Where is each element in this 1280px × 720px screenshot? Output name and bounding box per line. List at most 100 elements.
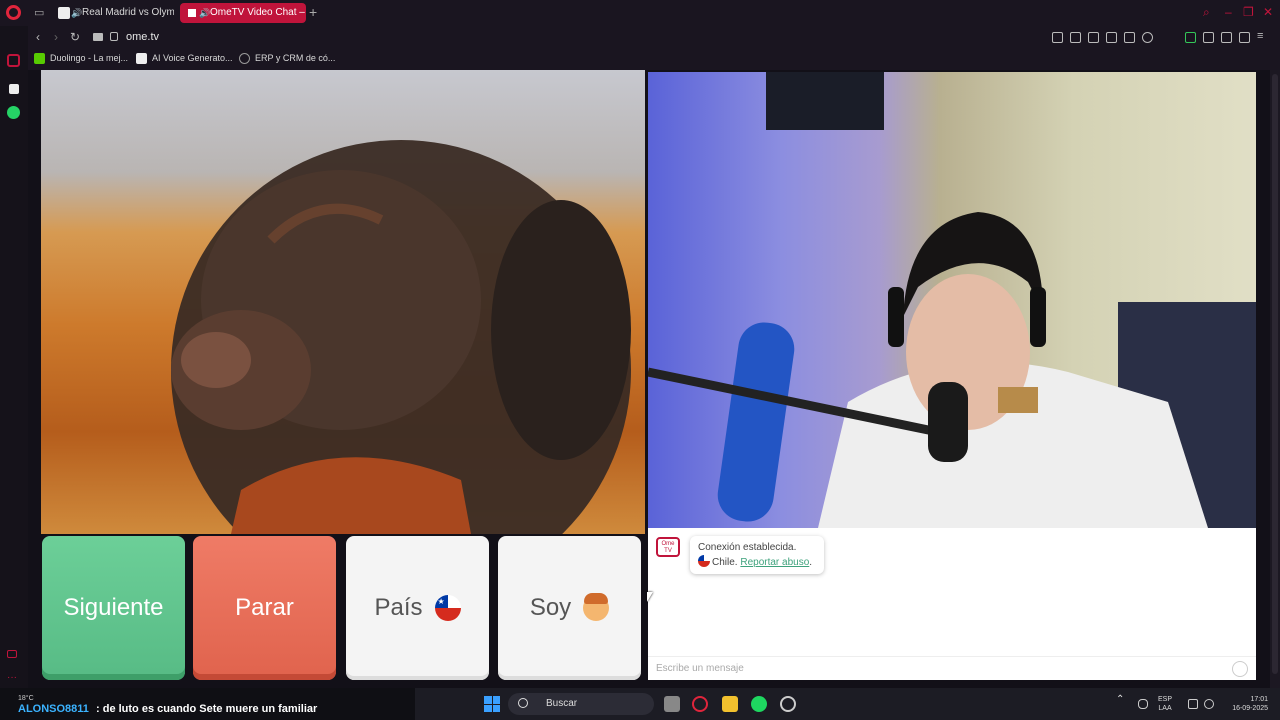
boy-icon bbox=[583, 593, 610, 621]
connection-status: Conexión establecida. bbox=[698, 542, 797, 553]
bookmark-label: ERP y CRM de có... bbox=[255, 53, 336, 63]
bookmark-erp[interactable]: ERP y CRM de có... bbox=[239, 53, 336, 64]
url-field[interactable]: ome.tv bbox=[126, 31, 159, 43]
taskbar-search[interactable]: Buscar bbox=[508, 693, 654, 715]
message-placeholder: Escribe un mensaje bbox=[656, 663, 744, 674]
microphone-icon[interactable] bbox=[1138, 699, 1148, 709]
language-line2: LAA bbox=[1158, 705, 1172, 712]
country-text: Chile. bbox=[712, 557, 738, 568]
back-icon[interactable]: ‹ bbox=[36, 30, 40, 44]
ticker-message: : de luto es cuando Sete muere un famili… bbox=[96, 703, 318, 715]
sidebar-gx-icon[interactable] bbox=[7, 650, 17, 658]
erp-icon bbox=[239, 53, 250, 64]
pin-icon[interactable] bbox=[1052, 32, 1063, 43]
bookmark-duolingo[interactable]: Duolingo - La mej... bbox=[34, 53, 129, 64]
dog-image bbox=[171, 140, 631, 534]
play-icon[interactable] bbox=[1124, 32, 1135, 43]
extensions-icon[interactable] bbox=[1203, 32, 1214, 43]
windows-start-icon[interactable] bbox=[484, 696, 500, 712]
share-icon[interactable] bbox=[1221, 32, 1232, 43]
country-label: País bbox=[374, 594, 423, 621]
weather-text: 18°C bbox=[18, 695, 34, 702]
tab-real-madrid[interactable]: 🔊 Real Madrid vs Olymp bbox=[52, 3, 174, 23]
search-tabs-icon[interactable]: ⌕ bbox=[1203, 5, 1210, 20]
bookmarks-bar: Duolingo - La mej... AI Voice Generato..… bbox=[28, 50, 1280, 70]
whatsapp-icon[interactable] bbox=[7, 106, 20, 119]
tab-title: Real Madrid vs Olymp bbox=[82, 7, 174, 18]
stranger-video bbox=[41, 70, 645, 534]
opera-menu-icon[interactable] bbox=[6, 5, 21, 20]
stop-button[interactable]: Parar bbox=[193, 536, 336, 680]
windows-taskbar: 18°C ALONSO8811 : de luto es cuando Sete… bbox=[0, 688, 1280, 720]
next-button[interactable]: Siguiente bbox=[42, 536, 185, 680]
browser-tab-strip: ▭ 🔊 Real Madrid vs Olymp 🔊 OmeTV Video C… bbox=[0, 0, 1280, 26]
heart-icon[interactable] bbox=[1142, 32, 1153, 43]
network-icon[interactable] bbox=[1188, 699, 1198, 709]
tab-ometv[interactable]: 🔊 OmeTV Video Chat – bbox=[180, 3, 306, 23]
bookmark-label: AI Voice Generato... bbox=[152, 53, 233, 63]
mouse-cursor-icon bbox=[647, 592, 653, 602]
scrollbar-thumb[interactable] bbox=[1272, 74, 1278, 674]
extension-green-icon[interactable] bbox=[1185, 32, 1196, 43]
reload-icon[interactable]: ↻ bbox=[70, 30, 80, 44]
tab-favicon-icon bbox=[186, 7, 198, 19]
page-scrollbar[interactable] bbox=[1270, 70, 1280, 688]
ai-voice-icon bbox=[136, 53, 147, 64]
chile-flag-icon bbox=[698, 555, 710, 567]
adblock-icon[interactable] bbox=[1088, 32, 1099, 43]
opera-gx-icon[interactable] bbox=[692, 696, 708, 712]
sidebar-bag-icon[interactable] bbox=[7, 54, 20, 67]
menu-icon[interactable]: ≡ bbox=[1257, 31, 1268, 43]
clock-date: 16-09-2025 bbox=[1232, 705, 1268, 712]
ticker-username: ALONSO8811 bbox=[18, 703, 89, 715]
stream-ticker: 18°C ALONSO8811 : de luto es cuando Sete… bbox=[0, 688, 415, 720]
message-input[interactable]: Escribe un mensaje bbox=[648, 656, 1256, 680]
minimize-icon[interactable]: – bbox=[1225, 5, 1232, 19]
search-label: Buscar bbox=[546, 698, 578, 709]
report-suffix: . bbox=[809, 557, 813, 568]
bookmark-label: Duolingo - La mej... bbox=[50, 53, 129, 63]
spotify-icon[interactable] bbox=[751, 696, 767, 712]
gender-label: Soy bbox=[529, 594, 572, 621]
tab-overview-icon[interactable]: ▭ bbox=[34, 6, 44, 19]
download-icon[interactable] bbox=[1239, 32, 1250, 43]
tray-expand-icon[interactable]: ⌃ bbox=[1116, 695, 1124, 705]
gender-button[interactable]: Soy bbox=[498, 536, 641, 680]
app-icon[interactable] bbox=[780, 696, 796, 712]
system-message: Conexión establecida. Chile. Reportar ab… bbox=[690, 536, 824, 574]
file-explorer-icon[interactable] bbox=[722, 696, 738, 712]
new-tab-button[interactable]: + bbox=[309, 4, 317, 20]
browser-sidebar: ··· bbox=[0, 26, 28, 688]
address-bar: ‹ › ↻ ome.tv ≡ bbox=[28, 26, 1280, 50]
bookmark-ai-voice[interactable]: AI Voice Generato... bbox=[136, 53, 233, 64]
streamer-image bbox=[648, 72, 1256, 528]
translate-icon[interactable] bbox=[1106, 32, 1117, 43]
duolingo-icon bbox=[34, 53, 45, 64]
sidebar-aria-icon[interactable] bbox=[9, 84, 19, 94]
sidebar-more-icon[interactable]: ··· bbox=[7, 672, 20, 685]
ometv-logo: Ome TV bbox=[656, 537, 680, 557]
screenshot-icon[interactable] bbox=[1070, 32, 1081, 43]
chat-panel: Ome TV Conexión establecida. Chile. Repo… bbox=[648, 528, 1256, 680]
restore-icon[interactable]: ❐ bbox=[1243, 5, 1254, 19]
language-line1: ESP bbox=[1158, 696, 1173, 703]
close-icon[interactable]: ✕ bbox=[1263, 5, 1273, 19]
report-abuse-link[interactable]: Reportar abuso bbox=[740, 557, 809, 568]
lock-icon[interactable] bbox=[110, 32, 118, 41]
tab-title: OmeTV Video Chat – bbox=[210, 7, 305, 18]
emoji-icon[interactable] bbox=[1232, 661, 1248, 677]
stop-label: Parar bbox=[235, 594, 294, 621]
speaker-icon[interactable]: 🔊 bbox=[199, 3, 210, 23]
country-button[interactable]: País ★ bbox=[346, 536, 489, 680]
chile-flag-icon: ★ bbox=[434, 595, 461, 621]
clock[interactable]: 17:01 16-09-2025 bbox=[1224, 695, 1268, 713]
volume-icon[interactable] bbox=[1204, 699, 1214, 709]
language-indicator[interactable]: ESP LAA bbox=[1158, 695, 1172, 713]
clock-time: 17:01 bbox=[1250, 696, 1268, 703]
speaker-icon[interactable]: 🔊 bbox=[71, 3, 82, 23]
camera-icon[interactable] bbox=[93, 33, 103, 41]
taskview-icon[interactable] bbox=[664, 696, 680, 712]
forward-icon[interactable]: › bbox=[54, 30, 58, 44]
search-icon bbox=[518, 698, 528, 708]
next-label: Siguiente bbox=[63, 594, 164, 621]
